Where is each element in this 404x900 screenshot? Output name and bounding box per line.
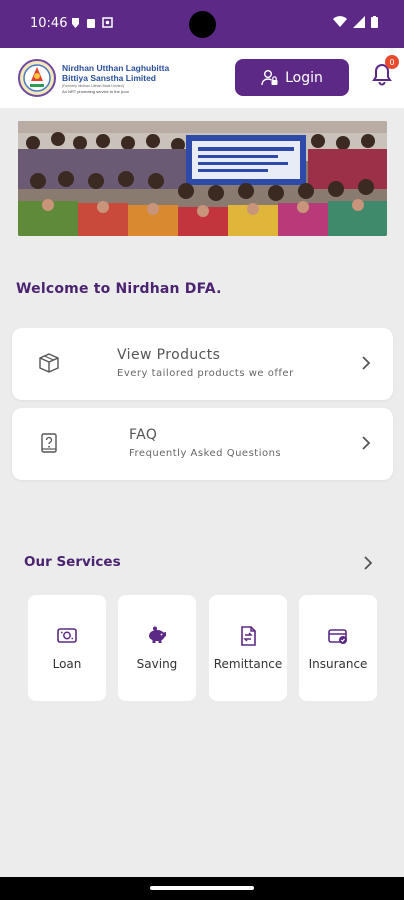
welcome-heading: Welcome to Nirdhan DFA. — [16, 281, 222, 297]
service-insurance[interactable]: Insurance — [299, 595, 377, 701]
status-notification-icons — [70, 17, 114, 29]
login-button[interactable]: Login — [235, 59, 349, 96]
view-products-subtitle: Every tailored products we offer — [117, 368, 294, 379]
service-saving[interactable]: Saving — [118, 595, 196, 701]
app-header: Nirdhan Utthan Laghubitta Bittiya Sansth… — [0, 48, 404, 108]
service-remittance[interactable]: Remittance — [209, 595, 287, 701]
notification-badge: 0 — [385, 55, 399, 69]
status-time: 10:46 — [30, 16, 68, 31]
remittance-icon — [241, 626, 256, 646]
login-label: Login — [285, 69, 323, 86]
signal-icon — [353, 16, 365, 28]
service-loan[interactable]: Loan — [28, 595, 106, 701]
camera-cutout — [189, 11, 216, 38]
brand-text: Nirdhan Utthan Laghubitta Bittiya Sansth… — [62, 63, 202, 94]
banner-photo — [18, 121, 387, 236]
battery-icon — [371, 16, 378, 28]
status-app-icons — [72, 17, 113, 28]
question-book-icon — [41, 433, 57, 453]
brand-name-line2: Bittiya Sanstha Limited — [62, 73, 156, 83]
user-lock-icon — [261, 69, 278, 85]
faq-card[interactable]: FAQ Frequently Asked Questions — [12, 408, 393, 480]
wifi-icon — [333, 16, 347, 27]
faq-subtitle: Frequently Asked Questions — [129, 448, 282, 459]
insurance-icon — [328, 629, 347, 644]
status-system-icons — [333, 16, 378, 28]
view-products-card[interactable]: View Products Every tailored products we… — [12, 328, 393, 400]
home-gesture-handle[interactable] — [150, 886, 254, 890]
chevron-right-icon — [362, 436, 371, 450]
services-heading: Our Services — [24, 554, 121, 570]
service-remittance-label: Remittance — [213, 657, 283, 671]
status-bar: 10:46 — [0, 0, 404, 48]
chevron-right-icon — [362, 356, 371, 370]
group-photo-image — [18, 121, 387, 236]
view-products-title: View Products — [117, 347, 221, 363]
faq-title: FAQ — [129, 427, 158, 443]
piggy-bank-icon — [149, 626, 166, 643]
service-saving-label: Saving — [136, 657, 178, 671]
service-insurance-label: Insurance — [308, 657, 368, 671]
box-icon — [39, 353, 59, 373]
nirdhan-logo — [18, 59, 56, 97]
services-see-all-chevron-icon[interactable] — [363, 555, 373, 571]
service-loan-label: Loan — [52, 657, 82, 671]
loan-icon — [57, 628, 77, 643]
brand-name-line1: Nirdhan Utthan Laghubitta — [62, 63, 170, 73]
brand-tagline: An NRT promoting service to the poor — [62, 89, 129, 94]
system-navigation-bar — [0, 877, 404, 900]
